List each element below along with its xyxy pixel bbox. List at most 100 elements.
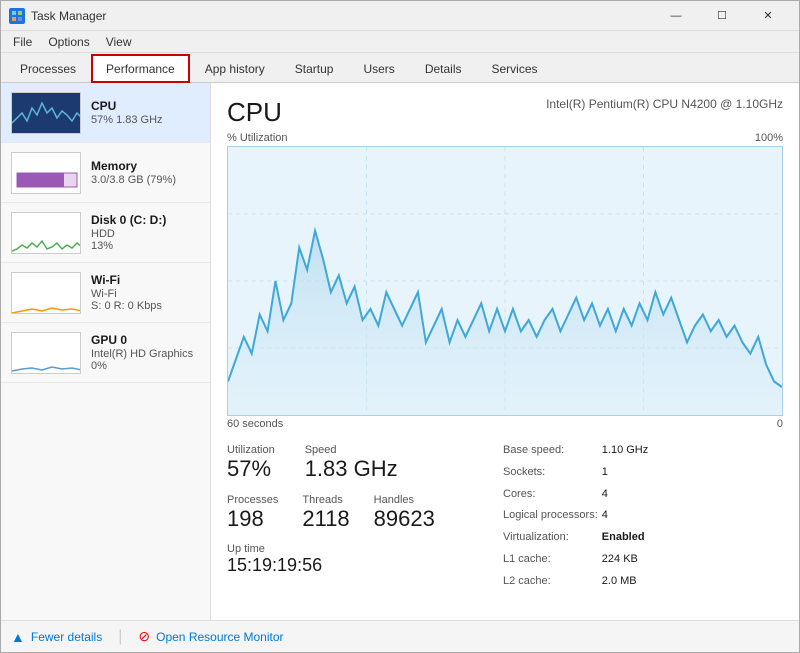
processes-label: Processes (227, 494, 278, 506)
utilization-label: % Utilization (227, 132, 288, 144)
fewer-details-icon: ▲ (11, 629, 25, 645)
sidebar-item-disk[interactable]: Disk 0 (C: D:) HDD 13% (1, 203, 210, 263)
disk-value: 13% (91, 240, 200, 252)
content-area: CPU 57% 1.83 GHz Memory 3.0/3.8 GB (79%) (1, 83, 799, 620)
y-max-label: 100% (755, 132, 783, 144)
main-panel: CPU Intel(R) Pentium(R) CPU N4200 @ 1.10… (211, 83, 799, 620)
title-bar: Task Manager — ☐ ✕ (1, 1, 799, 31)
monitor-icon: ⊘ (138, 628, 150, 645)
chart-time-row: 60 seconds 0 (227, 418, 783, 430)
uptime-value: 15:19:19:56 (227, 555, 503, 576)
memory-info: Memory 3.0/3.8 GB (79%) (91, 159, 200, 186)
l1-label: L1 cache: (503, 549, 602, 571)
cores-label: Cores: (503, 484, 602, 506)
open-monitor-label: Open Resource Monitor (156, 630, 283, 644)
uptime-block: Up time 15:19:19:56 (227, 543, 503, 576)
app-icon (9, 8, 25, 24)
menu-bar: File Options View (1, 31, 799, 53)
menu-file[interactable]: File (5, 33, 40, 51)
speed-block: Speed 1.83 GHz (305, 440, 398, 486)
minimize-button[interactable]: — (653, 1, 699, 31)
logical-label: Logical processors: (503, 505, 602, 527)
l1-value: 224 KB (602, 549, 652, 571)
menu-options[interactable]: Options (40, 33, 97, 51)
memory-stats: 3.0/3.8 GB (79%) (91, 174, 200, 186)
utilization-value: 57% (227, 456, 275, 482)
sidebar: CPU 57% 1.83 GHz Memory 3.0/3.8 GB (79%) (1, 83, 211, 620)
tab-performance[interactable]: Performance (91, 54, 190, 83)
virtualization-label: Virtualization: (503, 527, 602, 549)
gpu-value: 0% (91, 360, 200, 372)
handles-block: Handles 89623 (374, 490, 435, 536)
cpu-stats: 57% 1.83 GHz (91, 114, 200, 126)
logical-value: 4 (602, 505, 652, 527)
cores-value: 4 (602, 484, 652, 506)
l2-value: 2.0 MB (602, 571, 652, 593)
left-stats: Utilization 57% Speed 1.83 GHz Processes… (227, 440, 503, 593)
disk-type: HDD (91, 228, 200, 240)
wifi-info: Wi-Fi Wi-Fi S: 0 R: 0 Kbps (91, 273, 200, 312)
time-right: 0 (777, 418, 783, 430)
fewer-details-label: Fewer details (31, 630, 102, 644)
tab-app-history[interactable]: App history (190, 54, 280, 83)
speed-label: Speed (305, 444, 398, 456)
cpu-header: CPU Intel(R) Pentium(R) CPU N4200 @ 1.10… (227, 97, 783, 128)
utilization-label-2: Utilization (227, 444, 275, 456)
handles-label: Handles (374, 494, 435, 506)
handles-value: 89623 (374, 506, 435, 532)
cpu-chart (227, 146, 783, 416)
sidebar-item-memory[interactable]: Memory 3.0/3.8 GB (79%) (1, 143, 210, 203)
tab-users[interactable]: Users (348, 54, 409, 83)
sidebar-item-cpu[interactable]: CPU 57% 1.83 GHz (1, 83, 210, 143)
base-speed-value: 1.10 GHz (602, 440, 652, 462)
l2-label: L2 cache: (503, 571, 602, 593)
processes-value: 198 (227, 506, 278, 532)
right-specs: Base speed: 1.10 GHz Sockets: 1 Cores: 4 (503, 440, 783, 593)
cpu-thumbnail (11, 92, 81, 134)
sockets-label: Sockets: (503, 462, 602, 484)
footer-divider: | (118, 628, 122, 646)
processes-block: Processes 198 (227, 490, 278, 536)
sidebar-item-gpu[interactable]: GPU 0 Intel(R) HD Graphics 0% (1, 323, 210, 383)
uptime-label: Up time (227, 543, 503, 555)
sockets-value: 1 (602, 462, 652, 484)
wifi-thumbnail (11, 272, 81, 314)
threads-block: Threads 2118 (302, 490, 349, 536)
open-monitor-button[interactable]: ⊘ Open Resource Monitor (138, 628, 283, 645)
memory-thumbnail (11, 152, 81, 194)
gpu-thumbnail (11, 332, 81, 374)
tab-startup[interactable]: Startup (280, 54, 349, 83)
maximize-button[interactable]: ☐ (699, 1, 745, 31)
utilization-block: Utilization 57% (227, 440, 275, 486)
wifi-type: Wi-Fi (91, 288, 200, 300)
cpu-label: CPU (91, 99, 200, 113)
window-controls: — ☐ ✕ (653, 1, 791, 31)
chart-labels: % Utilization 100% (227, 132, 783, 144)
sidebar-item-wifi[interactable]: Wi-Fi Wi-Fi S: 0 R: 0 Kbps (1, 263, 210, 323)
cpu-model-name: Intel(R) Pentium(R) CPU N4200 @ 1.10GHz (546, 97, 783, 111)
gpu-info: GPU 0 Intel(R) HD Graphics 0% (91, 333, 200, 372)
wifi-label: Wi-Fi (91, 273, 200, 287)
menu-view[interactable]: View (98, 33, 140, 51)
tabs-bar: Processes Performance App history Startu… (1, 53, 799, 83)
disk-thumbnail (11, 212, 81, 254)
tab-details[interactable]: Details (410, 54, 477, 83)
cpu-info: CPU 57% 1.83 GHz (91, 99, 200, 126)
wifi-speed: S: 0 R: 0 Kbps (91, 300, 200, 312)
tab-processes[interactable]: Processes (5, 54, 91, 83)
close-button[interactable]: ✕ (745, 1, 791, 31)
threads-label: Threads (302, 494, 349, 506)
disk-info: Disk 0 (C: D:) HDD 13% (91, 213, 200, 252)
tab-services[interactable]: Services (477, 54, 553, 83)
window-title: Task Manager (31, 9, 653, 23)
base-speed-label: Base speed: (503, 440, 602, 462)
fewer-details-button[interactable]: ▲ Fewer details (11, 629, 102, 645)
virtualization-value: Enabled (602, 527, 652, 549)
memory-label: Memory (91, 159, 200, 173)
time-left: 60 seconds (227, 418, 283, 430)
speed-value: 1.83 GHz (305, 456, 398, 482)
task-manager-window: Task Manager — ☐ ✕ File Options View Pro… (0, 0, 800, 653)
footer: ▲ Fewer details | ⊘ Open Resource Monito… (1, 620, 799, 652)
gpu-label: GPU 0 (91, 333, 200, 347)
cpu-main-title: CPU (227, 97, 282, 128)
